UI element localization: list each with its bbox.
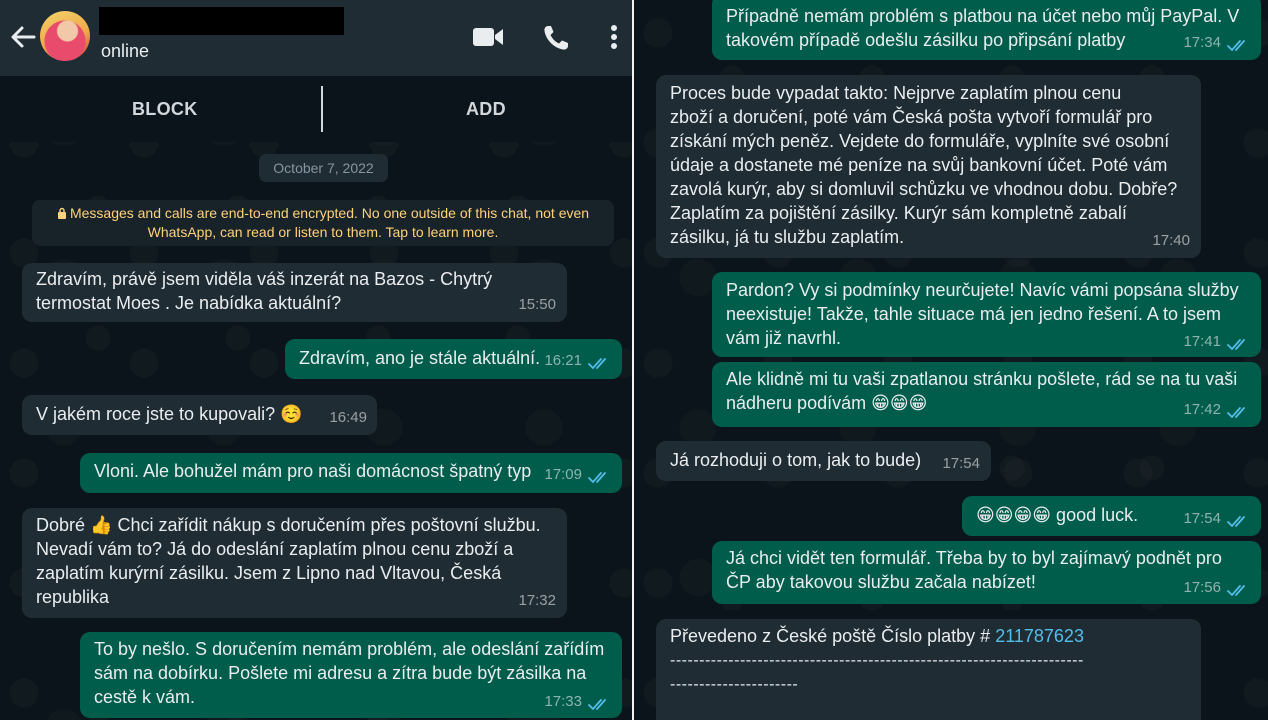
message-time: 17:54: [942, 455, 980, 472]
message-incoming[interactable]: Dobré 👍 Chci zařídit nákup s doručením p…: [22, 508, 567, 618]
double-check-icon: [588, 472, 606, 484]
chat-header: online: [0, 0, 632, 76]
message-text: Ale klidně mi tu vaši zpatlanou stránku …: [726, 369, 1238, 413]
message-outgoing[interactable]: To by nešlo. S doručením nemám problém, …: [80, 632, 622, 718]
message-incoming[interactable]: Proces bude vypadat takto: Nejprve zapla…: [656, 75, 1201, 258]
double-check-icon: [1227, 40, 1245, 52]
message-text: V jakém roce jste to kupovali? ☺️: [36, 404, 303, 424]
message-time: 16:21: [544, 352, 582, 369]
message-text: Zdravím, právě jsem viděla váš inzerát n…: [36, 269, 493, 313]
payment-line: Převedeno z České poště Číslo platby # 2…: [670, 624, 1084, 648]
message-incoming[interactable]: Já rozhoduji o tom, jak to bude) 17:54: [656, 441, 991, 481]
message-time: 16:49: [329, 409, 367, 426]
message-time: 17:56: [1183, 579, 1221, 596]
double-check-icon: [1227, 339, 1245, 351]
message-time: 17:41: [1183, 333, 1221, 350]
right-chat-panel: Případně nemám problém s platbou na účet…: [632, 0, 1268, 720]
voice-call-icon[interactable]: [542, 24, 570, 52]
action-divider: [321, 86, 323, 132]
double-check-icon: [1227, 407, 1245, 419]
payment-number-link[interactable]: 211787623: [995, 626, 1084, 646]
left-chat-panel: online BLOCK ADD October 7, 2022 Message…: [0, 0, 632, 720]
encryption-notice[interactable]: Messages and calls are end-to-end encryp…: [32, 200, 614, 246]
message-text: Já rozhoduji o tom, jak to bude): [670, 450, 922, 470]
message-text: Vloni. Ale bohužel mám pro naši domácnos…: [94, 461, 532, 481]
contact-name-redacted[interactable]: [99, 7, 344, 35]
message-incoming-payment[interactable]: Převedeno z České poště Číslo platby # 2…: [656, 619, 1201, 720]
contact-avatar[interactable]: [40, 11, 90, 61]
message-outgoing[interactable]: Ale klidně mi tu vaši zpatlanou stránku …: [712, 362, 1261, 427]
message-text: To by nešlo. S doručením nemám problém, …: [94, 639, 605, 707]
dashes-line-2: ----------------------: [670, 676, 799, 693]
message-time: 17:54: [1183, 510, 1221, 527]
message-text: Pardon? Vy si podmínky neurčujete! Navíc…: [726, 280, 1239, 348]
message-time: 17:42: [1183, 401, 1221, 418]
message-time: 17:33: [544, 693, 582, 710]
back-arrow-icon[interactable]: [8, 22, 38, 52]
message-time: 15:50: [518, 296, 556, 313]
add-button[interactable]: ADD: [466, 99, 506, 120]
message-time: 17:34: [1183, 34, 1221, 51]
message-outgoing[interactable]: Zdravím, ano je stále aktuální. 16:21: [285, 339, 622, 379]
message-time: 17:40: [1152, 232, 1190, 249]
more-options-icon[interactable]: [607, 24, 621, 50]
action-bar: BLOCK ADD: [0, 76, 632, 142]
message-incoming[interactable]: Zdravím, právě jsem viděla váš inzerát n…: [22, 263, 567, 322]
double-check-icon: [588, 699, 606, 711]
contact-status: online: [101, 41, 150, 61]
video-call-icon[interactable]: [472, 25, 504, 49]
message-outgoing[interactable]: Já chci vidět ten formulář. Třeba by to …: [712, 541, 1261, 604]
message-incoming[interactable]: V jakém roce jste to kupovali? ☺️ 16:49: [22, 395, 377, 435]
double-check-icon: [1227, 516, 1245, 528]
message-outgoing[interactable]: 😁😁😁😁 good luck. 17:54: [962, 496, 1261, 536]
double-check-icon: [588, 358, 606, 370]
block-button[interactable]: BLOCK: [132, 99, 198, 120]
dashes-line-1: ----------------------------------------…: [670, 652, 1084, 669]
message-time: 17:09: [544, 466, 582, 483]
message-text: Já chci vidět ten formulář. Třeba by to …: [726, 548, 1222, 592]
encryption-notice-text: Messages and calls are end-to-end encryp…: [69, 205, 590, 240]
message-text: Případně nemám problém s platbou na účet…: [726, 6, 1240, 50]
message-outgoing[interactable]: Vloni. Ale bohužel mám pro naši domácnos…: [80, 453, 622, 493]
payment-prefix: Převedeno z České poště Číslo platby #: [670, 626, 996, 646]
message-text: Proces bude vypadat takto: Nejprve zapla…: [670, 83, 1178, 247]
date-chip: October 7, 2022: [259, 154, 388, 182]
message-text: Zdravím, ano je stále aktuální.: [299, 348, 541, 368]
message-time: 17:32: [518, 592, 556, 609]
message-outgoing[interactable]: Případně nemám problém s platbou na účet…: [712, 0, 1261, 60]
message-text: 😁😁😁😁 good luck.: [976, 505, 1139, 525]
message-outgoing[interactable]: Pardon? Vy si podmínky neurčujete! Navíc…: [712, 272, 1261, 357]
message-text: Dobré 👍 Chci zařídit nákup s doručením p…: [36, 515, 541, 607]
double-check-icon: [1227, 585, 1245, 597]
lock-icon: [57, 207, 66, 219]
